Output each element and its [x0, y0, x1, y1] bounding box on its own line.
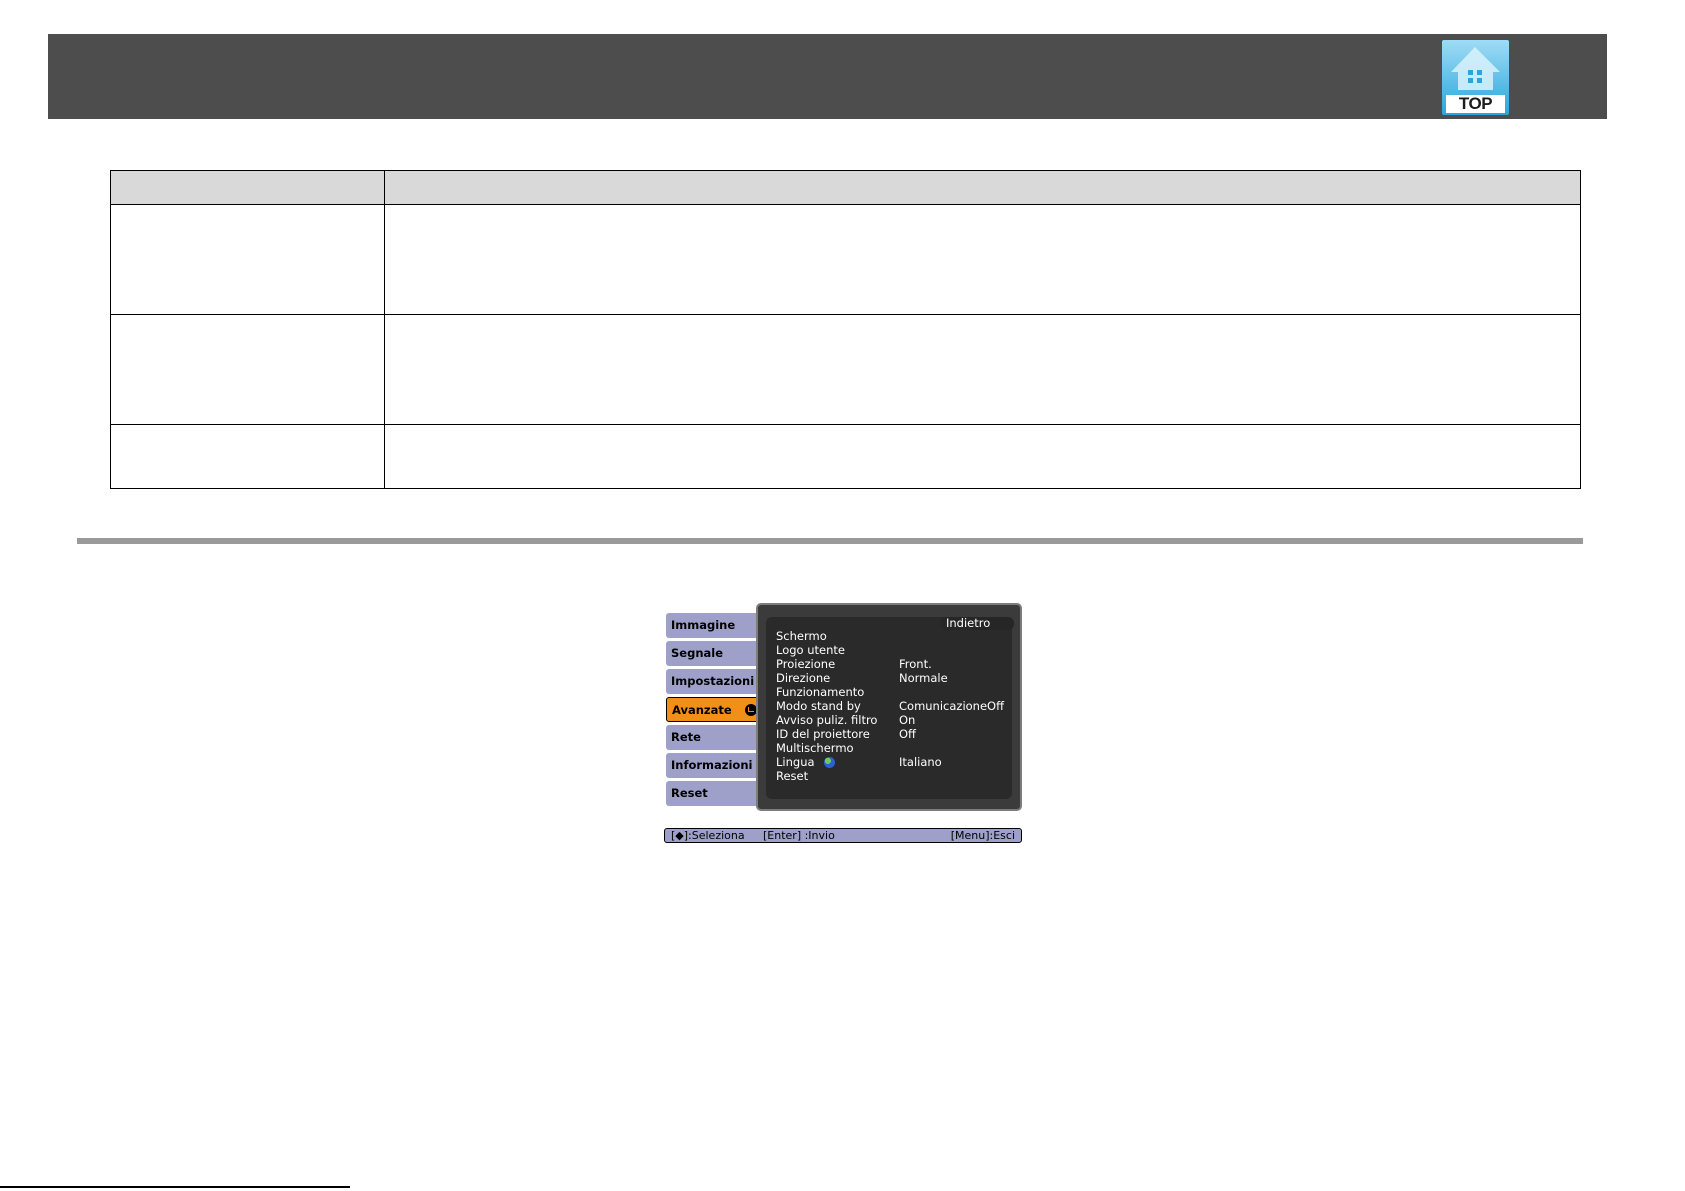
menu-item-proiezione[interactable]: Proiezione Front.: [774, 658, 1012, 671]
table-cell: [110, 204, 385, 315]
select-hint: [◆]:Seleziona: [671, 829, 745, 842]
tab-immagine[interactable]: Immagine: [666, 613, 756, 638]
menu-item-label: Lingua: [776, 755, 815, 769]
table-header-cell: [110, 170, 385, 205]
menu-item-label: Funzionamento: [776, 685, 865, 699]
menu-item-value: ComunicazioneOff: [899, 699, 1005, 713]
menu-item-avviso-puliz-filtro[interactable]: Avviso puliz. filtro On: [774, 714, 1012, 727]
tab-label: Rete: [671, 730, 701, 744]
table-row: [110, 204, 1581, 315]
tab-label: Immagine: [671, 618, 736, 632]
home-icon: [1451, 47, 1500, 90]
menu-item-value: Italiano: [899, 755, 942, 769]
menu-item-label: Proiezione: [776, 657, 836, 671]
exit-hint: [Menu]:Esci: [950, 829, 1015, 842]
menu-item-value: Off: [899, 727, 916, 741]
menu-item-value: Normale: [899, 671, 948, 685]
menu-item-logo-utente[interactable]: Logo utente: [774, 644, 1012, 657]
globe-icon: [824, 757, 835, 768]
table-cell: [110, 314, 385, 425]
table-header-row: [110, 170, 1581, 205]
tab-impostazioni[interactable]: Impostazioni: [666, 669, 756, 694]
osd-footer-hints: [◆]:Seleziona [Enter] :Invio [Menu]:Esci: [664, 828, 1022, 843]
tab-label: Avanzate: [672, 703, 732, 717]
projector-osd-menu: Immagine Segnale Impostazioni Avanzate R…: [664, 603, 1022, 843]
table-cell: [384, 204, 1581, 315]
menu-item-label: Multischermo: [776, 741, 854, 755]
table-header-cell: [384, 170, 1581, 205]
tab-reset[interactable]: Reset: [666, 781, 756, 806]
table-row: [110, 424, 1581, 489]
menu-item-modo-stand-by[interactable]: Modo stand by ComunicazioneOff: [774, 700, 1012, 713]
menu-item-funzionamento[interactable]: Funzionamento: [774, 686, 1012, 699]
tab-segnale[interactable]: Segnale: [666, 641, 756, 666]
menu-item-label: Schermo: [776, 629, 827, 643]
bottom-rule: [0, 1186, 350, 1188]
table-cell: [384, 314, 1581, 425]
menu-item-label: Modo stand by: [776, 699, 861, 713]
header-bar: [48, 34, 1607, 119]
menu-item-direzione[interactable]: Direzione Normale: [774, 672, 1012, 685]
tab-informazioni[interactable]: Informazioni: [666, 753, 756, 778]
info-table: [110, 170, 1581, 489]
menu-item-reset[interactable]: Reset: [774, 770, 1012, 783]
osd-panel: Indietro Schermo Logo utente Proiezione F…: [756, 603, 1022, 811]
table-cell: [110, 424, 385, 489]
tab-label: Segnale: [671, 646, 724, 660]
menu-item-id-del-proiettore[interactable]: ID del proiettore Off: [774, 728, 1012, 741]
menu-item-label: Reset: [776, 769, 809, 783]
menu-item-label: Direzione: [776, 671, 831, 685]
menu-item-value: On: [899, 713, 916, 727]
top-button[interactable]: TOP: [1442, 40, 1509, 115]
section-divider: [77, 538, 1583, 544]
menu-item-multischermo[interactable]: Multischermo: [774, 742, 1012, 755]
menu-item-schermo[interactable]: Schermo: [774, 630, 1012, 643]
table-cell: [384, 424, 1581, 489]
tab-rete[interactable]: Rete: [666, 725, 756, 750]
top-label: TOP: [1446, 95, 1505, 113]
tab-label: Reset: [671, 786, 708, 800]
table-row: [110, 314, 1581, 425]
enter-hint: [Enter] :Invio: [763, 829, 835, 842]
menu-item-label: Avviso puliz. filtro: [776, 713, 878, 727]
back-button[interactable]: Indietro: [940, 617, 1014, 630]
tab-avanzate[interactable]: Avanzate: [666, 697, 762, 722]
tab-label: Informazioni: [671, 758, 753, 772]
menu-item-label: Logo utente: [776, 643, 845, 657]
tab-label: Impostazioni: [671, 674, 755, 688]
menu-item-label: ID del proiettore: [776, 727, 870, 741]
menu-item-value: Front.: [899, 657, 932, 671]
menu-item-lingua[interactable]: Lingua Italiano: [774, 756, 1012, 769]
